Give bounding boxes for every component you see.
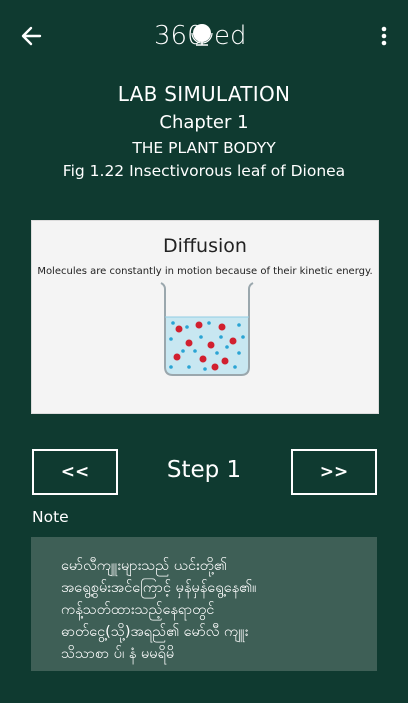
back-button[interactable] [18, 22, 46, 50]
app-bar: 360 ed [0, 0, 408, 72]
simulation-title: Diffusion [163, 235, 247, 257]
beaker-illustration [160, 282, 254, 376]
arrow-left-icon [21, 26, 42, 46]
simulation-view[interactable]: Diffusion Molecules are constantly in mo… [31, 220, 379, 414]
logo-text-right: ed [214, 21, 247, 51]
note-line: ဓာတ်ငွေ့(သို့)အရည်၏ မော်လီ ကျူး [61, 624, 249, 640]
previous-step-button[interactable]: << [32, 449, 118, 495]
page-title: LAB SIMULATION [117, 82, 291, 106]
more-vertical-icon [381, 26, 387, 46]
360ed-logo: 360 ed [154, 21, 247, 51]
note-box: မော်လီကျူးများသည် ယင်းတို့၏ အရွေ့စွမ်းအင… [31, 537, 377, 671]
note-line: ကန့်သတ်ထားသည့်နေရာတွင် [61, 602, 215, 618]
note-line: သိသာစာ ပ်၊ နံ မမရိမိ [61, 646, 175, 662]
step-indicator: Step 1 [166, 457, 242, 483]
overflow-menu-button[interactable] [374, 24, 394, 48]
figure-caption: Fig 1.22 Insectivorous leaf of Dionea [62, 162, 346, 180]
unit-title: THE PLANT BODYY [132, 139, 276, 157]
simulation-caption: Molecules are constantly in motion becau… [37, 266, 373, 277]
note-label: Note [32, 508, 69, 526]
next-step-button[interactable]: >> [291, 449, 377, 495]
chapter-label: Chapter 1 [159, 112, 249, 133]
note-line: အရွေ့စွမ်းအင်ကြောင့် မှန်မှန်ရွေ့နေ၏။ [61, 580, 257, 596]
note-line: မော်လီကျူးများသည် ယင်းတို့၏ [61, 558, 227, 574]
